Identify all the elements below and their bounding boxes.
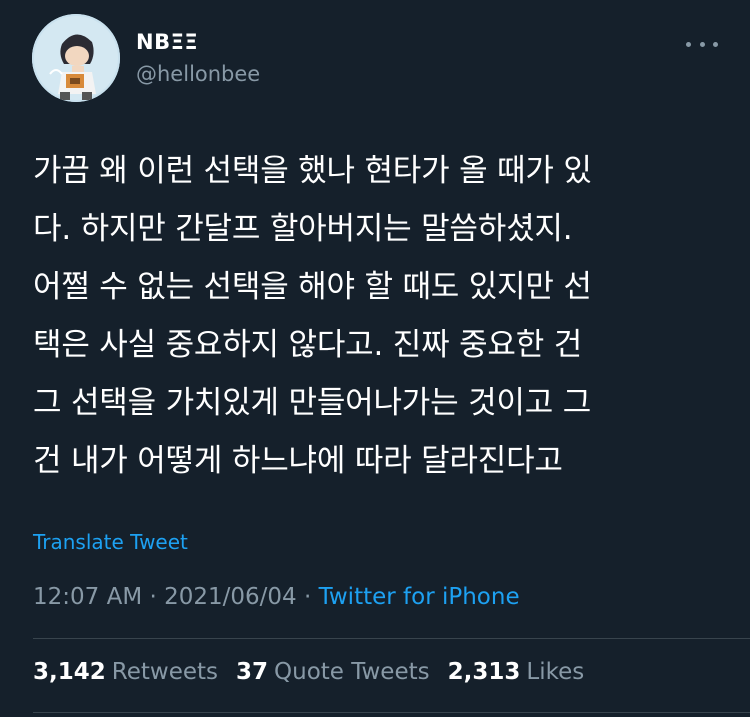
quotes-label: Quote Tweets <box>274 659 430 685</box>
tweet-time: 12:07 AM <box>33 584 143 610</box>
meta-separator: · <box>296 584 319 610</box>
retweets-count: 3,142 <box>33 659 106 685</box>
meta-separator: · <box>142 584 165 610</box>
tweet-date: 2021/06/04 <box>164 584 297 610</box>
tweet-meta: 12:07 AM · 2021/06/04 · Twitter for iPho… <box>33 584 520 610</box>
tweet-line: 택은 사실 중요하지 않다고. 진짜 중요한 건 <box>33 327 583 363</box>
tweet-line: 다. 하지만 간달프 할아버지는 말씀하셨지. <box>33 211 573 247</box>
translate-tweet-link[interactable]: Translate Tweet <box>33 530 188 554</box>
tweet-line: 그 선택을 가치있게 만들어나가는 것이고 그 <box>33 385 592 421</box>
quote-tweets-stat[interactable]: 37 Quote Tweets <box>236 659 430 685</box>
tweet-line: 가끔 왜 이런 선택을 했나 현타가 올 때가 있 <box>33 153 592 189</box>
quotes-count: 37 <box>236 659 269 685</box>
tweet-text: 가끔 왜 이런 선택을 했나 현타가 올 때가 있 다. 하지만 간달프 할아버… <box>33 142 723 490</box>
tweet-line: 어쩔 수 없는 선택을 해야 할 때도 있지만 선 <box>33 269 592 305</box>
likes-stat[interactable]: 2,313 Likes <box>448 659 585 685</box>
dot <box>699 41 705 47</box>
display-name[interactable]: NBΞΞ <box>136 30 198 54</box>
likes-count: 2,313 <box>447 659 521 685</box>
more-horizontal-icon[interactable] <box>682 36 722 52</box>
likes-label: Likes <box>526 659 585 685</box>
avatar-image <box>32 14 120 102</box>
avatar[interactable] <box>32 14 120 102</box>
divider <box>33 712 750 713</box>
divider <box>33 638 750 639</box>
tweet-stats: 3,142 Retweets 37 Quote Tweets 2,313 Likes <box>33 659 584 685</box>
dot <box>686 41 691 47</box>
dot <box>713 41 718 47</box>
tweet-source-link[interactable]: Twitter for iPhone <box>319 584 520 610</box>
tweet-header: NBΞΞ @hellonbee <box>32 14 722 104</box>
retweets-stat[interactable]: 3,142 Retweets <box>33 659 218 685</box>
tweet-line: 건 내가 어떻게 하느냐에 따라 달라진다고 <box>33 443 563 479</box>
handle[interactable]: @hellonbee <box>136 62 260 86</box>
retweets-label: Retweets <box>111 659 218 685</box>
